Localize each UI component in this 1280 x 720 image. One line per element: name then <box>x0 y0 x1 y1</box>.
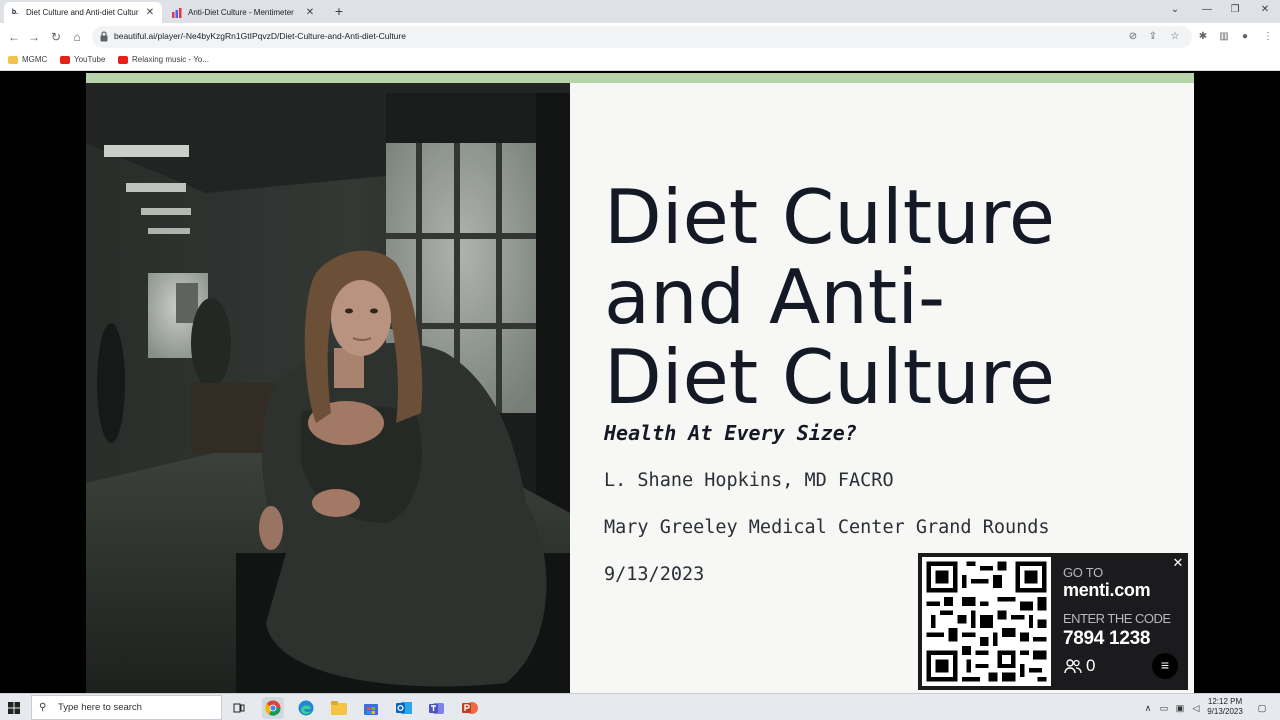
clock-date: 9/13/2023 <box>1207 707 1243 716</box>
store-icon[interactable] <box>360 697 382 719</box>
menti-join-widget: GO TO menti.com ENTER THE CODE 7894 1238… <box>918 553 1188 690</box>
network-icon[interactable]: ▣ <box>1174 702 1186 714</box>
bookmark-label: YouTube <box>74 55 106 64</box>
bookmark-youtube[interactable]: YouTube <box>60 55 105 64</box>
browser-tab-strip: b. Diet Culture and Anti-diet Cultur ✕ A… <box>0 0 1280 23</box>
bookmark-relaxing-music[interactable]: Relaxing music - Yo... <box>118 55 209 64</box>
windows-taskbar: ⚲ Type here to search ∧ ▭ ▣ ◁ 12:12 PM 9… <box>0 693 1280 720</box>
windows-start-icon[interactable] <box>4 698 24 718</box>
teams-icon[interactable] <box>426 697 448 719</box>
people-icon <box>1064 659 1082 674</box>
tab-title: Anti-Diet Culture - Mentimeter <box>188 8 294 17</box>
beautiful-ai-icon: b. <box>11 9 19 16</box>
bookmark-label: MGMC <box>22 55 48 64</box>
share-icon[interactable]: ⇪ <box>1146 30 1160 44</box>
slide-author: L. Shane Hopkins, MD FACRO <box>604 470 894 491</box>
chevron-up-icon[interactable]: ∧ <box>1142 702 1154 714</box>
menti-goto-label: GO TO <box>1063 565 1103 580</box>
profile-avatar-icon[interactable]: ● <box>1238 30 1252 44</box>
search-placeholder: Type here to search <box>58 702 142 713</box>
slide-subtitle: Health At Every Size? <box>604 421 857 445</box>
home-icon[interactable]: ⌂ <box>69 29 85 45</box>
youtube-icon <box>60 55 70 64</box>
notifications-icon[interactable]: ▢ <box>1256 702 1268 714</box>
youtube-icon <box>118 55 128 64</box>
tab-search-icon[interactable]: ⌄ <box>1160 0 1190 20</box>
translate-icon[interactable]: ⊘ <box>1126 30 1140 44</box>
taskbar-clock[interactable]: 12:12 PM 9/13/2023 <box>1200 697 1250 717</box>
menti-site: menti.com <box>1063 580 1151 600</box>
title-line: Diet Culture <box>604 173 1055 261</box>
browser-toolbar: ← → ↻ ⌂ beautiful.ai/player/-Ne4byKzgRn1… <box>0 23 1280 51</box>
back-icon[interactable]: ← <box>6 29 22 45</box>
close-icon[interactable]: ✕ <box>144 7 156 18</box>
extensions-icon[interactable]: ✱ <box>1196 30 1210 44</box>
battery-icon[interactable]: ▭ <box>1158 702 1170 714</box>
tab-mentimeter[interactable]: Anti-Diet Culture - Mentimeter ✕ <box>166 2 322 23</box>
task-view-icon[interactable] <box>228 697 250 719</box>
minimize-icon[interactable]: — <box>1192 0 1222 20</box>
lock-icon <box>100 31 108 42</box>
slide-title: Diet Culture and Anti- Diet Culture <box>604 177 1164 417</box>
close-window-icon[interactable]: ✕ <box>1250 0 1280 20</box>
participant-count: 0 <box>1064 656 1095 676</box>
folder-icon <box>8 55 18 64</box>
title-line: Diet Culture <box>604 333 1055 421</box>
title-line: and Anti- <box>604 253 946 341</box>
chrome-icon[interactable] <box>262 697 284 719</box>
tab-title: Diet Culture and Anti-diet Cultur <box>26 8 139 17</box>
forward-icon[interactable]: → <box>26 29 42 45</box>
clock-time: 12:12 PM <box>1207 697 1243 706</box>
outlook-icon[interactable] <box>393 697 415 719</box>
close-icon[interactable]: ✕ <box>1171 556 1185 570</box>
menti-enter-code-label: ENTER THE CODE <box>1063 611 1171 626</box>
new-tab-button[interactable]: + <box>330 3 348 21</box>
reload-icon[interactable]: ↻ <box>48 29 64 45</box>
slide-date: 9/13/2023 <box>604 564 705 585</box>
file-explorer-icon[interactable] <box>328 697 350 719</box>
mentimeter-icon <box>172 7 182 18</box>
hospital-waiting-room-photo <box>86 83 570 693</box>
more-menu-icon[interactable]: ⋮ <box>1261 30 1275 44</box>
powerpoint-icon[interactable] <box>459 697 481 719</box>
tab-diet-culture[interactable]: b. Diet Culture and Anti-diet Cultur ✕ <box>4 2 162 23</box>
restore-icon[interactable]: ❐ <box>1220 0 1250 20</box>
search-icon: ⚲ <box>39 702 47 713</box>
bookmark-mgmc[interactable]: MGMC <box>8 55 47 64</box>
slide-venue: Mary Greeley Medical Center Grand Rounds <box>604 517 1050 538</box>
participant-count-value: 0 <box>1086 656 1096 675</box>
bookmark-label: Relaxing music - Yo... <box>132 55 209 64</box>
menti-code: 7894 1238 <box>1063 628 1151 649</box>
hamburger-menu-icon[interactable]: ≡ <box>1152 653 1178 679</box>
side-panel-icon[interactable]: ▥ <box>1217 30 1231 44</box>
taskbar-search-box[interactable]: ⚲ Type here to search <box>31 695 222 720</box>
url-text: beautiful.ai/player/-Ne4byKzgRn1GtIPqvzD… <box>114 31 406 41</box>
bookmark-star-icon[interactable]: ☆ <box>1168 30 1182 44</box>
bookmarks-bar: MGMC YouTube Relaxing music - Yo... <box>0 51 1280 71</box>
edge-icon[interactable] <box>295 697 317 719</box>
address-bar[interactable]: beautiful.ai/player/-Ne4byKzgRn1GtIPqvzD… <box>92 26 1192 48</box>
close-icon[interactable]: ✕ <box>304 7 316 18</box>
slide-accent-bar <box>86 73 1194 83</box>
qr-code[interactable] <box>922 557 1051 686</box>
